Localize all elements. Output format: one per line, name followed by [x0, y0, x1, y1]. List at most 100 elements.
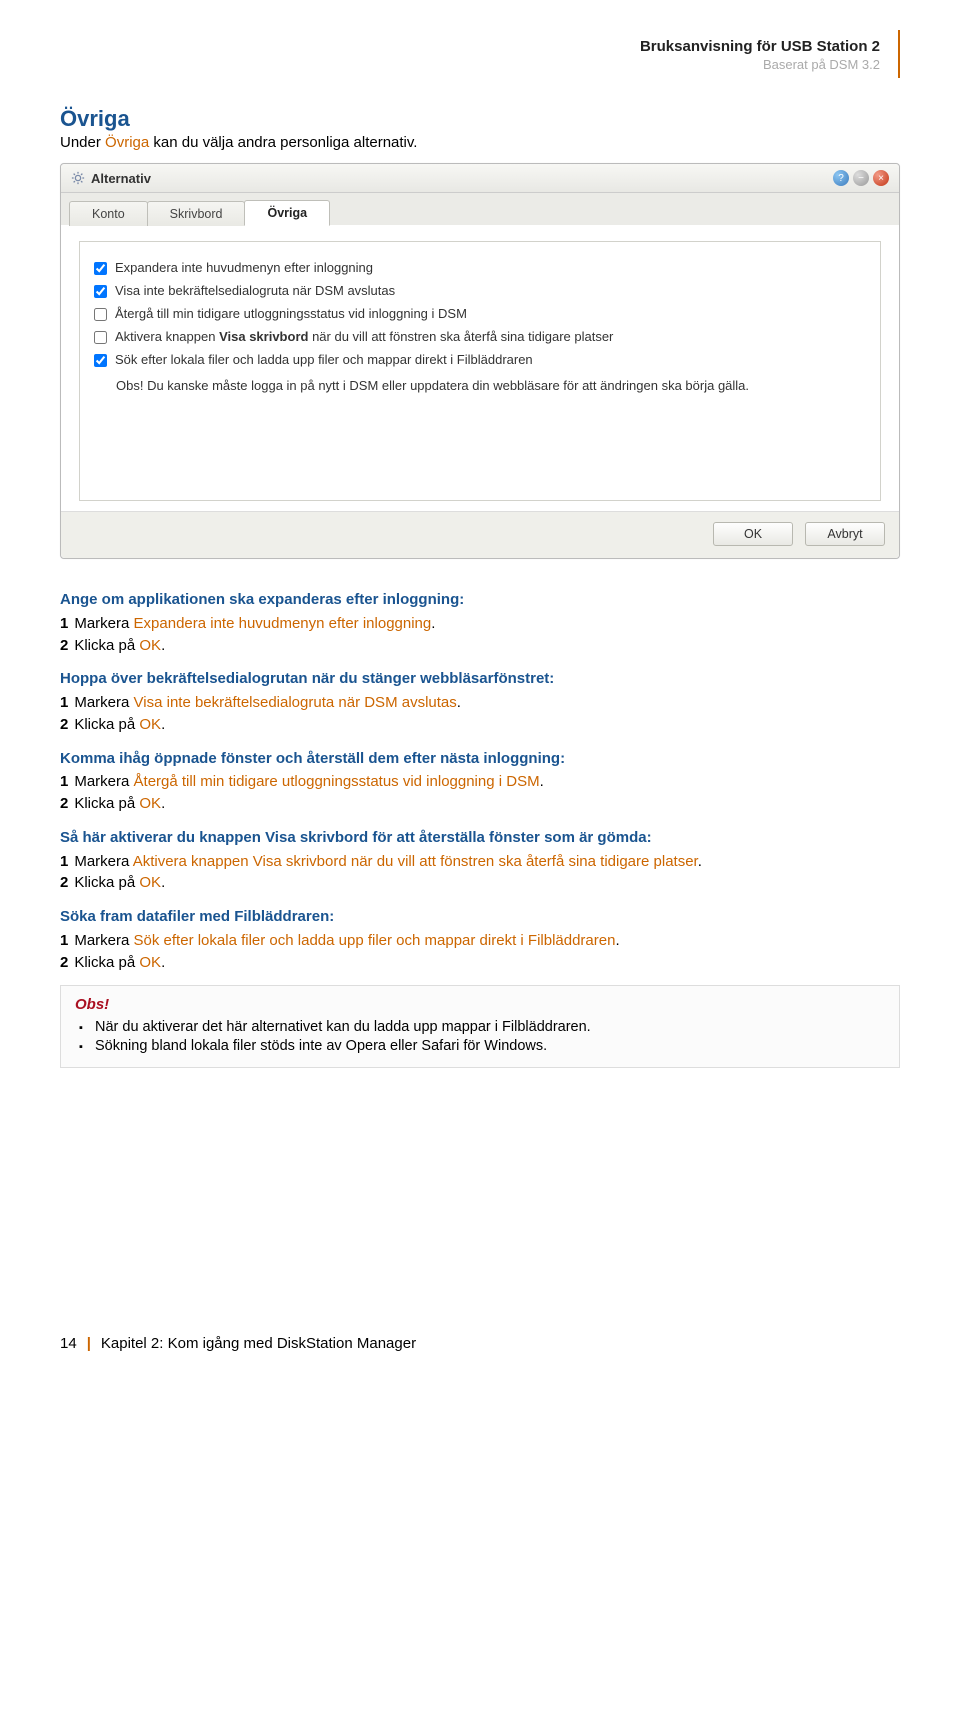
- intro-suffix: kan du välja andra personliga alternativ…: [149, 134, 417, 151]
- checkbox-restore[interactable]: [94, 308, 107, 321]
- checkbox-search[interactable]: [94, 354, 107, 367]
- step-orange: OK: [139, 637, 161, 654]
- step-2: 2Klicka på OK.: [60, 872, 900, 894]
- titlebar-left: Alternativ: [71, 171, 151, 186]
- checkbox-row-showdesktop: Aktivera knappen Visa skrivbord när du v…: [94, 325, 866, 348]
- step-suffix: .: [161, 637, 165, 654]
- tab-skrivbord[interactable]: Skrivbord: [147, 201, 246, 226]
- instruction-blocks: Ange om applikationen ska expanderas eft…: [60, 589, 900, 1068]
- page-footer: 14 | Kapitel 2: Kom igång med DiskStatio…: [60, 1335, 416, 1352]
- step-orange: OK: [139, 716, 161, 733]
- checkbox-label: Visa inte bekräftelsedialogruta när DSM …: [115, 283, 395, 298]
- checkbox-row-confirm: Visa inte bekräftelsedialogruta när DSM …: [94, 279, 866, 302]
- section-title: Övriga: [60, 106, 900, 132]
- step-suffix: .: [161, 716, 165, 733]
- intro-prefix: Under: [60, 134, 105, 151]
- tab-bar: Konto Skrivbord Övriga: [61, 193, 899, 225]
- step-num: 2: [60, 637, 68, 654]
- block-title: Komma ihåg öppnade fönster och återställ…: [60, 748, 900, 770]
- ok-button[interactable]: OK: [713, 522, 793, 546]
- obs-item: Sökning bland lokala filer stöds inte av…: [79, 1038, 885, 1054]
- block-4: Så här aktiverar du knappen Visa skrivbo…: [60, 827, 900, 894]
- step-orange: OK: [139, 795, 161, 812]
- intro-text: Under Övriga kan du välja andra personli…: [60, 134, 900, 151]
- window-footer: OK Avbryt: [61, 511, 899, 558]
- checkbox-confirm[interactable]: [94, 285, 107, 298]
- block-title: Hoppa över bekräftelsedialogrutan när du…: [60, 668, 900, 690]
- step-num: 1: [60, 932, 68, 949]
- step-suffix: .: [161, 874, 165, 891]
- step-suffix: .: [540, 773, 544, 790]
- block-title: Söka fram datafiler med Filbläddraren:: [60, 906, 900, 928]
- step-1: 1 Markera Expandera inte huvudmenyn efter…: [60, 613, 900, 635]
- step-orange: Visa inte bekräftelsedialogruta när DSM …: [134, 694, 457, 711]
- checkbox-label: Sök efter lokala filer och ladda upp fil…: [115, 352, 533, 367]
- step-num: 1: [60, 773, 68, 790]
- step-2: 2Klicka på OK.: [60, 952, 900, 974]
- step-text: Markera: [74, 932, 133, 949]
- step-text: Klicka på: [74, 637, 139, 654]
- step-suffix: .: [431, 615, 435, 632]
- step-num: 2: [60, 795, 68, 812]
- step-text: Markera: [74, 853, 132, 870]
- close-icon[interactable]: ×: [873, 170, 889, 186]
- tab-ovriga[interactable]: Övriga: [244, 200, 330, 226]
- checkbox-label: Återgå till min tidigare utloggningsstat…: [115, 306, 467, 321]
- step-text: Klicka på: [74, 795, 139, 812]
- step-text: Klicka på: [74, 874, 139, 891]
- step-text: Klicka på: [74, 716, 139, 733]
- step-2: 2Klicka på OK.: [60, 793, 900, 815]
- step-num: 2: [60, 954, 68, 971]
- window-titlebar: Alternativ ? − ×: [61, 164, 899, 193]
- obs-list: När du aktiverar det här alternativet ka…: [75, 1019, 885, 1054]
- gear-icon: [71, 171, 85, 185]
- step-suffix: .: [161, 954, 165, 971]
- obs-item: När du aktiverar det här alternativet ka…: [79, 1019, 885, 1035]
- step-num: 1: [60, 694, 68, 711]
- step-1: 1Markera Visa inte bekräftelsedialogruta…: [60, 692, 900, 714]
- step-num: 2: [60, 874, 68, 891]
- chapter-text: Kapitel 2: Kom igång med DiskStation Man…: [101, 1335, 416, 1352]
- titlebar-controls: ? − ×: [833, 170, 889, 186]
- step-orange: Aktivera knappen Visa skrivbord när du v…: [133, 853, 698, 870]
- tab-konto[interactable]: Konto: [69, 201, 148, 226]
- step-text: Markera: [74, 773, 133, 790]
- label-bold: Visa skrivbord: [219, 329, 308, 344]
- minimize-icon[interactable]: −: [853, 170, 869, 186]
- step-1: 1 Markera Återgå till min tidigare utlogg…: [60, 771, 900, 793]
- document-page: Bruksanvisning för USB Station 2 Baserat…: [0, 0, 960, 1378]
- page-number: 14: [60, 1335, 77, 1352]
- checkbox-expand[interactable]: [94, 262, 107, 275]
- block-5: Söka fram datafiler med Filbläddraren: 1…: [60, 906, 900, 973]
- note-text: Obs! Du kanske måste logga in på nytt i …: [94, 371, 866, 395]
- checkbox-showdesktop[interactable]: [94, 331, 107, 344]
- checkbox-row-search: Sök efter lokala filer och ladda upp fil…: [94, 348, 866, 371]
- header-title: Bruksanvisning för USB Station 2: [60, 38, 880, 55]
- step-suffix: .: [698, 853, 702, 870]
- header-subtitle: Baserat på DSM 3.2: [60, 57, 880, 72]
- label-prefix: Aktivera knappen: [115, 329, 219, 344]
- step-2: 2 Klicka på OK.: [60, 635, 900, 657]
- step-1: 1Markera Aktivera knappen Visa skrivbord…: [60, 851, 900, 873]
- window-title: Alternativ: [91, 171, 151, 186]
- checkbox-label: Aktivera knappen Visa skrivbord när du v…: [115, 329, 613, 344]
- step-orange: Återgå till min tidigare utloggningsstat…: [134, 773, 540, 790]
- step-suffix: .: [615, 932, 619, 949]
- help-icon[interactable]: ?: [833, 170, 849, 186]
- block-1: Ange om applikationen ska expanderas eft…: [60, 589, 900, 656]
- step-num: 1: [60, 615, 68, 632]
- cancel-button[interactable]: Avbryt: [805, 522, 885, 546]
- obs-title: Obs!: [75, 996, 885, 1013]
- page-header: Bruksanvisning för USB Station 2 Baserat…: [60, 30, 900, 78]
- step-1: 1Markera Sök efter lokala filer och ladd…: [60, 930, 900, 952]
- options-window: Alternativ ? − × Konto Skrivbord Övriga …: [60, 163, 900, 559]
- block-3: Komma ihåg öppnade fönster och återställ…: [60, 748, 900, 815]
- step-suffix: .: [457, 694, 461, 711]
- step-orange: Expandera inte huvudmenyn efter inloggni…: [134, 615, 432, 632]
- label-suffix: när du vill att fönstren ska återfå sina…: [308, 329, 613, 344]
- step-text: Markera: [74, 615, 133, 632]
- obs-box: Obs! När du aktiverar det här alternativ…: [60, 985, 900, 1068]
- checkbox-label: Expandera inte huvudmenyn efter inloggni…: [115, 260, 373, 275]
- step-orange: OK: [139, 954, 161, 971]
- block-title: Ange om applikationen ska expanderas eft…: [60, 589, 900, 611]
